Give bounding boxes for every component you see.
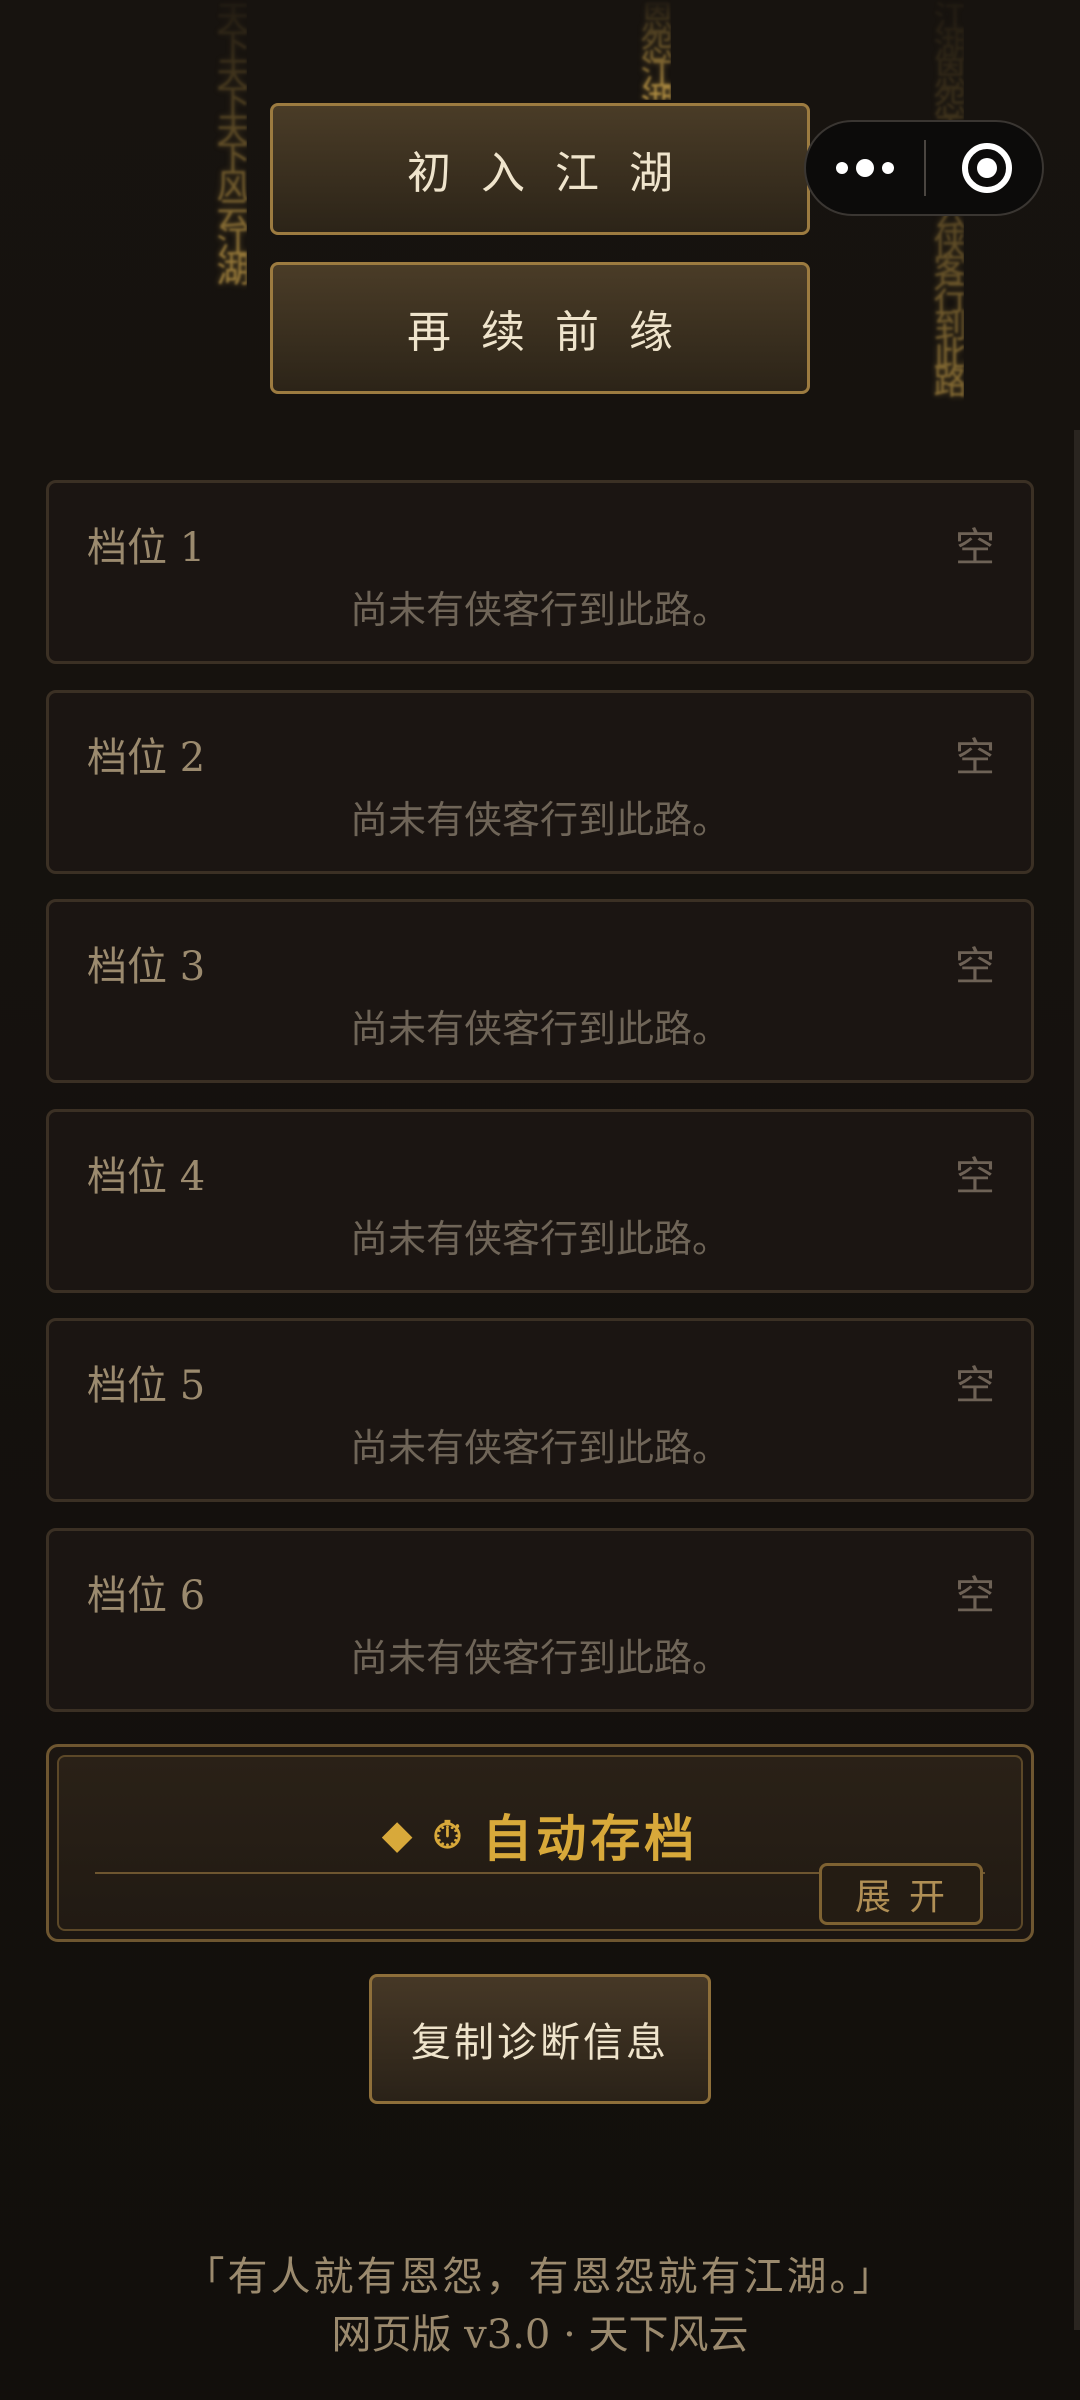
slot-name: 档位 1 bbox=[87, 525, 206, 571]
save-slot[interactable]: 档位 4 空 尚未有侠客行到此路。 bbox=[46, 1109, 1034, 1293]
footer-version: 网页版 v3.0 · 天下风云 bbox=[331, 2312, 749, 2358]
target-circle-icon[interactable] bbox=[962, 143, 1012, 193]
slot-status: 空 bbox=[955, 1363, 995, 1409]
capsule-divider bbox=[924, 140, 926, 196]
app-screen: 天下天下天下风云江湖 恩怨江湖 江湖恩怨天下风云侠客行到此路 初入江湖 再续前缘… bbox=[0, 0, 1080, 2400]
diamond-icon: ◆ bbox=[381, 1812, 413, 1858]
falling-text-decoration: 天下天下天下风云江湖 bbox=[213, 0, 247, 280]
slot-name: 档位 4 bbox=[87, 1154, 206, 1200]
auto-save-header[interactable]: ◆ ⏱ 自动存档 bbox=[59, 1799, 1021, 1871]
slot-description: 尚未有侠客行到此路。 bbox=[349, 588, 730, 632]
copy-diagnostics-button[interactable]: 复制诊断信息 bbox=[369, 1974, 711, 2104]
save-slot[interactable]: 档位 6 空 尚未有侠客行到此路。 bbox=[46, 1528, 1034, 1712]
auto-save-title: 自动存档 bbox=[482, 1810, 699, 1868]
auto-save-frame: ◆ ⏱ 自动存档 展开 bbox=[57, 1755, 1023, 1931]
more-dots-icon[interactable] bbox=[806, 159, 924, 177]
save-slot[interactable]: 档位 2 空 尚未有侠客行到此路。 bbox=[46, 690, 1034, 874]
slot-name: 档位 2 bbox=[87, 735, 206, 781]
save-slot[interactable]: 档位 5 空 尚未有侠客行到此路。 bbox=[46, 1318, 1034, 1502]
expand-button[interactable]: 展开 bbox=[819, 1863, 983, 1925]
save-slot[interactable]: 档位 1 空 尚未有侠客行到此路。 bbox=[46, 480, 1034, 664]
falling-text-decoration: 恩怨江湖 bbox=[637, 0, 671, 100]
slot-name: 档位 3 bbox=[87, 944, 206, 990]
slot-description: 尚未有侠客行到此路。 bbox=[349, 798, 730, 842]
slot-status: 空 bbox=[955, 1573, 995, 1619]
slot-name: 档位 6 bbox=[87, 1573, 206, 1619]
scrollbar[interactable] bbox=[1074, 430, 1080, 2330]
slot-description: 尚未有侠客行到此路。 bbox=[349, 1426, 730, 1470]
slot-name: 档位 5 bbox=[87, 1363, 206, 1409]
footer-quote: 「有人就有恩怨，有恩怨就有江湖。」 bbox=[184, 2254, 896, 2300]
slot-status: 空 bbox=[955, 525, 995, 571]
auto-save-panel: ◆ ⏱ 自动存档 展开 bbox=[46, 1744, 1034, 1942]
slot-description: 尚未有侠客行到此路。 bbox=[349, 1636, 730, 1680]
slot-description: 尚未有侠客行到此路。 bbox=[349, 1217, 730, 1261]
slot-description: 尚未有侠客行到此路。 bbox=[349, 1007, 730, 1051]
slot-status: 空 bbox=[955, 944, 995, 990]
miniprogram-capsule bbox=[804, 120, 1044, 216]
slot-status: 空 bbox=[955, 1154, 995, 1200]
save-slot[interactable]: 档位 3 空 尚未有侠客行到此路。 bbox=[46, 899, 1034, 1083]
stopwatch-icon: ⏱ bbox=[432, 1812, 463, 1857]
slot-status: 空 bbox=[955, 735, 995, 781]
new-game-button[interactable]: 初入江湖 bbox=[270, 103, 810, 235]
continue-game-button[interactable]: 再续前缘 bbox=[270, 262, 810, 394]
